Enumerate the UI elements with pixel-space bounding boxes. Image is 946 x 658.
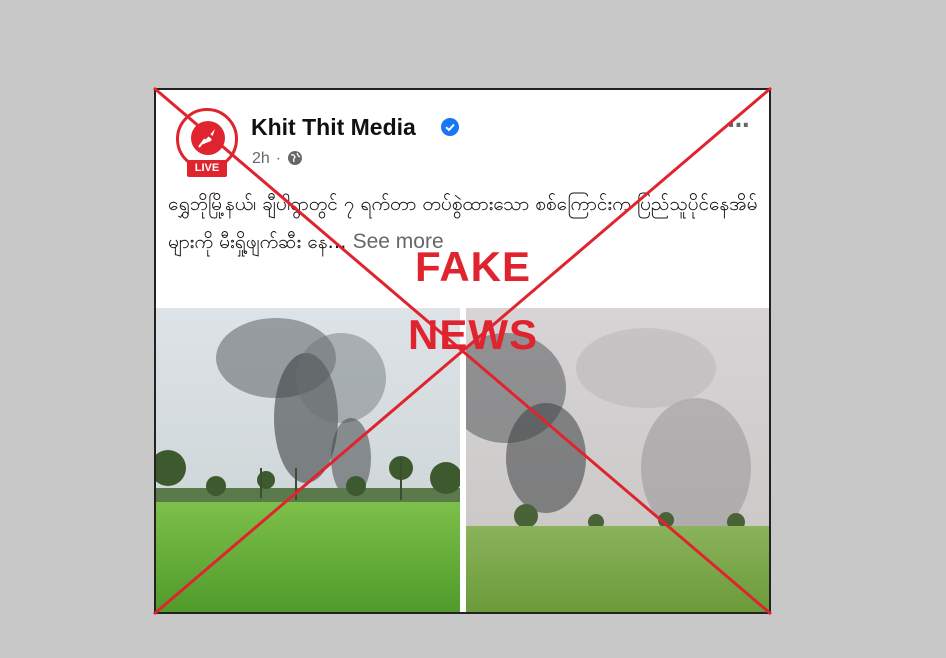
cross-out-mark [153,86,772,616]
